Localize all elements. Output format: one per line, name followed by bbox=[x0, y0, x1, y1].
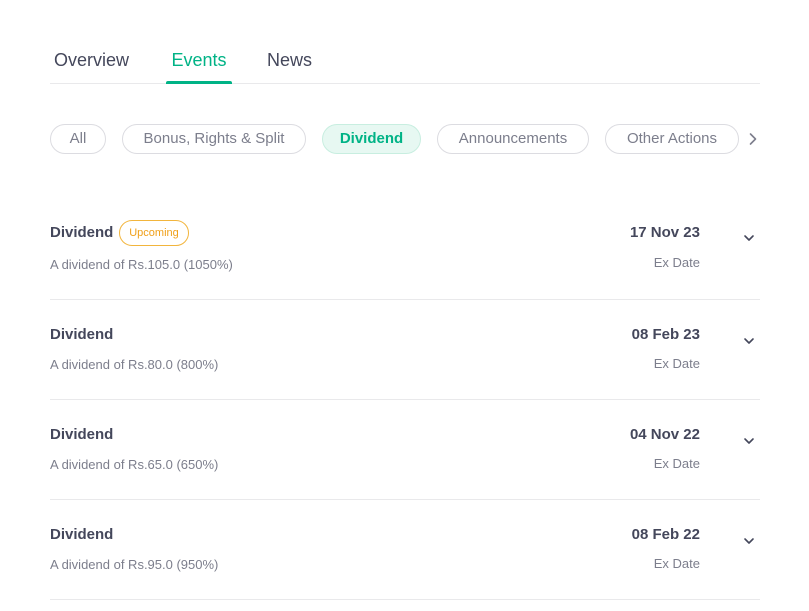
stock-events-panel: Overview Events News All Bonus, Rights &… bbox=[50, 0, 760, 611]
event-title: Dividend bbox=[50, 526, 114, 543]
event-title: Dividend bbox=[50, 326, 114, 343]
filter-other-actions[interactable]: Other Actions bbox=[605, 124, 739, 154]
event-row[interactable]: Dividend Upcoming A dividend of Rs.105.0… bbox=[50, 199, 760, 300]
event-row[interactable]: Dividend A dividend of Rs.80.0 (800%) 08… bbox=[50, 300, 760, 400]
event-date-label: Ex Date bbox=[653, 556, 700, 571]
chevron-right-icon[interactable] bbox=[745, 131, 761, 147]
chevron-down-icon[interactable] bbox=[742, 334, 756, 348]
chevron-down-icon[interactable] bbox=[742, 231, 756, 245]
event-filter-bar: All Bonus, Rights & Split Dividend Annou… bbox=[50, 124, 760, 154]
tab-bar: Overview Events News bbox=[50, 0, 760, 84]
event-title: Dividend bbox=[50, 426, 114, 443]
event-date-label: Ex Date bbox=[653, 456, 700, 471]
chevron-down-icon[interactable] bbox=[742, 434, 756, 448]
upcoming-badge: Upcoming bbox=[119, 220, 189, 246]
filter-bonus-rights-split[interactable]: Bonus, Rights & Split bbox=[122, 124, 306, 154]
event-title: Dividend bbox=[50, 224, 114, 241]
event-description: A dividend of Rs.65.0 (650%) bbox=[50, 457, 219, 472]
chevron-down-icon[interactable] bbox=[742, 534, 756, 548]
event-date: 08 Feb 23 bbox=[631, 326, 700, 343]
event-row[interactable]: Dividend A dividend of Rs.95.0 (950%) 08… bbox=[50, 500, 760, 600]
tab-overview[interactable]: Overview bbox=[54, 49, 129, 84]
filter-announcements[interactable]: Announcements bbox=[437, 124, 589, 154]
event-description: A dividend of Rs.95.0 (950%) bbox=[50, 557, 219, 572]
event-row[interactable]: Dividend A dividend of Rs.65.0 (650%) 04… bbox=[50, 400, 760, 500]
event-date-label: Ex Date bbox=[653, 356, 700, 371]
event-date: 08 Feb 22 bbox=[631, 526, 700, 543]
event-date-label: Ex Date bbox=[653, 255, 700, 270]
filter-dividend[interactable]: Dividend bbox=[322, 124, 421, 154]
tab-news[interactable]: News bbox=[267, 49, 312, 84]
event-description: A dividend of Rs.105.0 (1050%) bbox=[50, 257, 233, 272]
event-date: 04 Nov 22 bbox=[629, 426, 700, 443]
event-date: 17 Nov 23 bbox=[629, 224, 700, 241]
filter-all[interactable]: All bbox=[50, 124, 106, 154]
event-description: A dividend of Rs.80.0 (800%) bbox=[50, 357, 219, 372]
tab-events[interactable]: Events bbox=[166, 49, 232, 84]
